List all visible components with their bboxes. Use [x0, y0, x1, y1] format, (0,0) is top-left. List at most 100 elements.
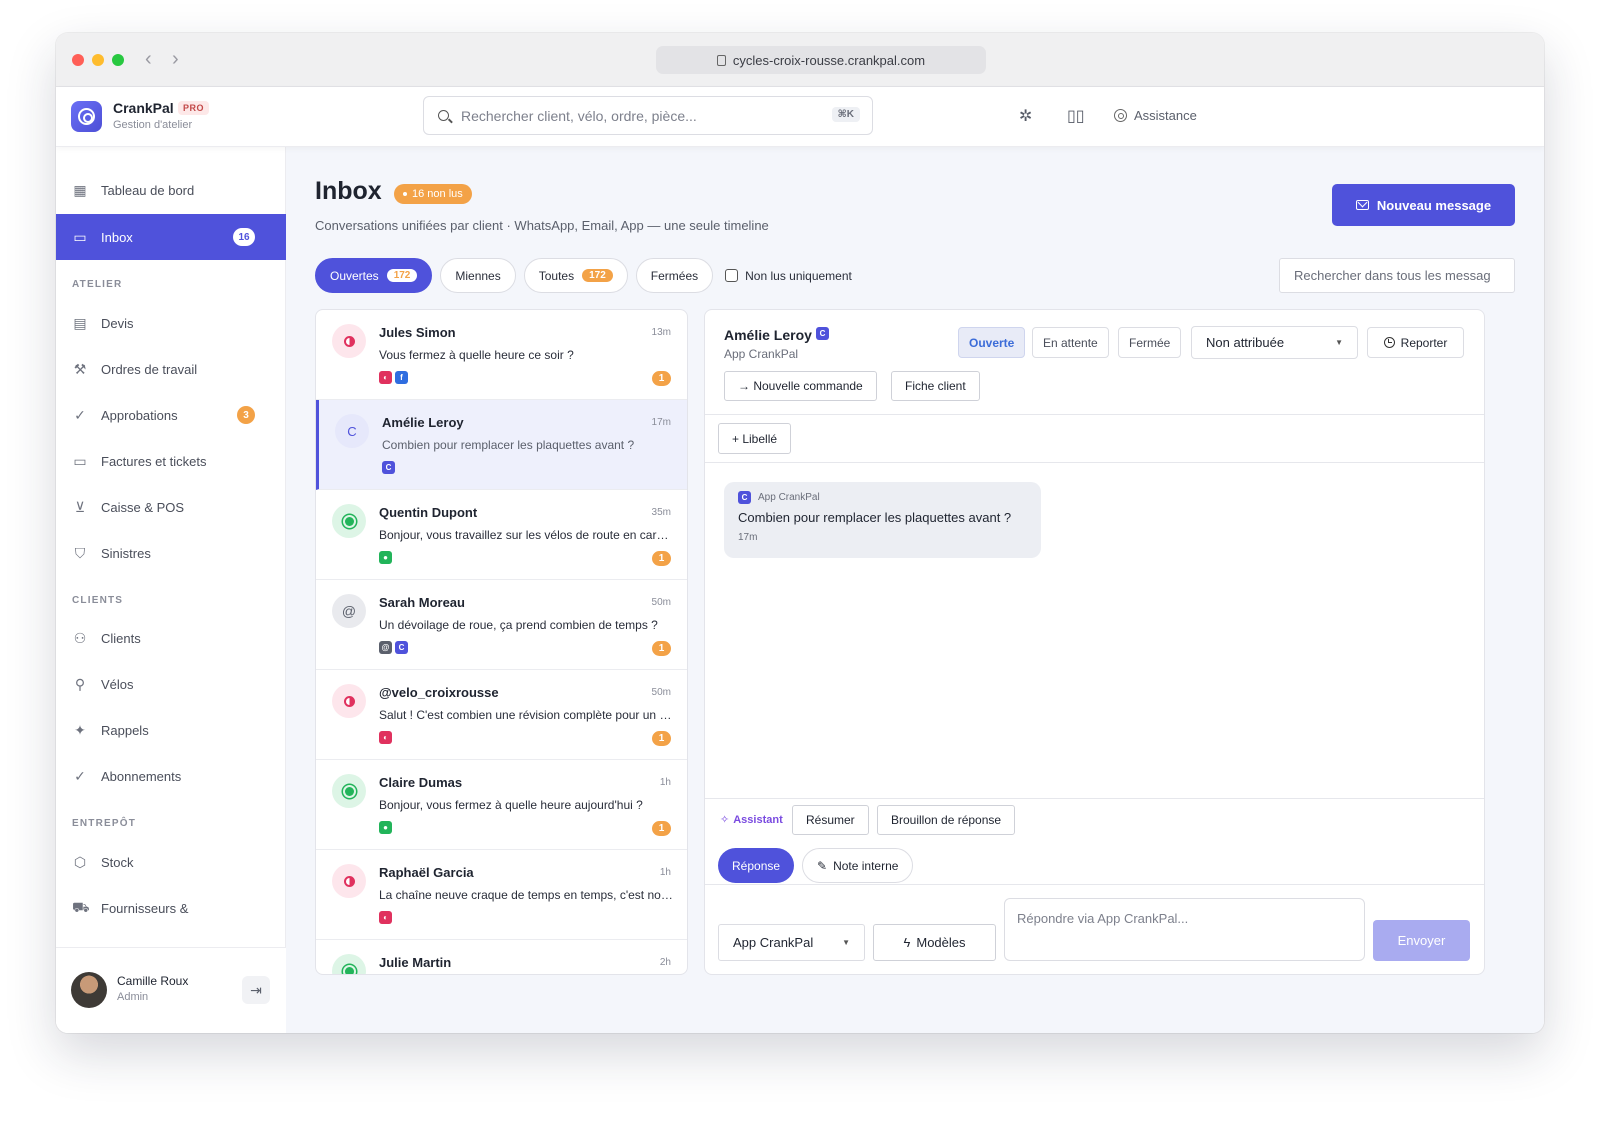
message-search-input[interactable]: [1279, 258, 1515, 293]
filter-tab-label: Miennes: [455, 268, 501, 283]
conversation-item[interactable]: Jules Simon 13m Vous fermez à quelle heu…: [316, 310, 687, 400]
crankpal-logo[interactable]: [71, 101, 102, 132]
new-message-button[interactable]: Nouveau message: [1332, 184, 1515, 226]
url-text: cycles-croix-rousse.crankpal.com: [732, 52, 926, 68]
sidebar-item-invoices[interactable]: ▭ Factures et tickets: [56, 438, 286, 484]
unread-only-checkbox[interactable]: [725, 269, 739, 282]
snooze-button[interactable]: Reporter: [1367, 327, 1464, 358]
conversation-item[interactable]: Julie Martin 2h: [316, 940, 687, 974]
inbox-count-badge: 16: [233, 228, 255, 246]
sidebar-item-work-orders[interactable]: ⚒ Ordres de travail: [56, 346, 286, 392]
status-closed-button[interactable]: Fermée: [1118, 327, 1182, 358]
app-channel-icon: C: [395, 641, 408, 654]
main-content: Inbox 16 non lus Conversations unifiées …: [286, 147, 1544, 1033]
sidebar-item-label: Ordres de travail: [101, 361, 198, 377]
message-bubble: C App CrankPal Combien pour remplacer le…: [724, 482, 1041, 558]
filter-tab-mine[interactable]: Miennes: [440, 258, 516, 293]
status-open-button[interactable]: Ouverte: [958, 327, 1026, 358]
filter-tab-all[interactable]: Toutes 172: [523, 258, 628, 293]
sidebar-item-inbox[interactable]: ▭ Inbox 16: [56, 214, 286, 260]
reply-channel-value: App CrankPal: [733, 935, 814, 950]
send-button[interactable]: Envoyer: [1373, 920, 1470, 961]
user-avatar[interactable]: [71, 972, 107, 1008]
conversation-preview: Combien pour remplacer les plaquettes av…: [382, 438, 635, 452]
conversation-name: Raphaël Garcia: [379, 865, 474, 880]
url-bar[interactable]: cycles-croix-rousse.crankpal.com: [656, 46, 986, 74]
add-label-button[interactable]: + Libellé: [718, 423, 792, 454]
maximize-window-button[interactable]: [112, 54, 124, 66]
reply-textarea[interactable]: [1004, 898, 1365, 961]
users-icon: ⚇: [73, 629, 87, 646]
new-order-button[interactable]: → Nouvelle commande: [724, 371, 877, 401]
sidebar-item-clients[interactable]: ⚇ Clients: [56, 615, 286, 661]
approvals-count-badge: 3: [237, 406, 255, 424]
conversation-name: Julie Martin: [379, 955, 452, 970]
global-search-input[interactable]: [461, 107, 821, 124]
new-message-label: Nouveau message: [1376, 197, 1492, 213]
sidebar-item-reminders[interactable]: ✦ Rappels: [56, 707, 286, 753]
sidebar-item-bikes[interactable]: ⚲ Vélos: [56, 661, 286, 707]
check-circle-icon: ✓: [74, 767, 86, 784]
message-time: 17m: [738, 532, 758, 543]
filter-tab-label: Toutes: [538, 268, 575, 283]
unread-dot-icon: [403, 192, 407, 196]
bug-icon[interactable]: ✲: [1019, 109, 1032, 125]
status-pending-button[interactable]: En attente: [1032, 327, 1109, 358]
divider: [705, 414, 1484, 415]
contact-name: Amélie Leroy: [724, 327, 812, 343]
conversation-time: 13m: [651, 327, 671, 338]
assignee-select[interactable]: Non attribuée ▼: [1191, 326, 1358, 359]
unread-count-badge: 16 non lus: [394, 184, 472, 204]
internal-note-tab[interactable]: ✎ Note interne: [802, 848, 914, 883]
conversation-item[interactable]: @velo_croixrousse 50m Salut ! C'est comb…: [316, 670, 687, 760]
instagram-icon: ◐: [379, 911, 392, 924]
sidebar-item-pos[interactable]: ⊻ Caisse & POS: [56, 484, 286, 530]
assistance-link[interactable]: Assistance: [1114, 108, 1197, 123]
reply-mode-tab[interactable]: Réponse: [718, 848, 795, 883]
app-header: CrankPal PRO Gestion d'atelier ⌘K ✲ ▯▯ A…: [56, 87, 1544, 147]
client-record-button[interactable]: Fiche client: [891, 371, 980, 401]
message-channel: C App CrankPal: [738, 491, 1027, 504]
user-name: Camille Roux: [117, 974, 189, 988]
unread-count: 1: [652, 821, 671, 836]
filter-tab-open[interactable]: Ouvertes 172: [315, 258, 433, 293]
sidebar-item-devis[interactable]: ▤ Devis: [56, 300, 286, 346]
back-arrow-icon[interactable]: ‹: [145, 47, 152, 71]
minimize-window-button[interactable]: [92, 54, 104, 66]
forward-arrow-icon[interactable]: ›: [172, 47, 179, 71]
sidebar-item-stock[interactable]: ⬡ Stock: [56, 839, 286, 885]
reply-channel-select[interactable]: App CrankPal ▼: [718, 924, 865, 961]
sidebar-item-subscriptions[interactable]: ✓ Abonnements: [56, 753, 286, 799]
unread-only-toggle[interactable]: Non lus uniquement: [725, 269, 852, 283]
draft-reply-button[interactable]: Brouillon de réponse: [877, 805, 1016, 835]
divider: [705, 462, 1484, 463]
whatsapp-avatar: [332, 774, 366, 808]
email-icon: @: [379, 641, 392, 654]
filter-tab-count: 172: [386, 269, 418, 282]
snooze-label: Reporter: [1400, 335, 1448, 350]
templates-button[interactable]: ϟ Modèles: [873, 924, 996, 961]
summarize-button[interactable]: Résumer: [792, 805, 869, 835]
unread-count: 1: [652, 731, 671, 746]
app-channel-icon: C: [382, 461, 395, 474]
logout-button[interactable]: ⇥: [242, 976, 270, 1004]
conversation-item[interactable]: Quentin Dupont 35m Bonjour, vous travail…: [316, 490, 687, 580]
conversation-item[interactable]: C Amélie Leroy 17m Combien pour remplace…: [316, 400, 687, 490]
filter-tab-closed[interactable]: Fermées: [635, 258, 714, 293]
conversation-item[interactable]: @ Sarah Moreau 50m Un dévoilage de roue,…: [316, 580, 687, 670]
mail-icon: [1355, 200, 1369, 210]
section-label-warehouse: ENTREPÔT: [72, 818, 137, 829]
book-icon[interactable]: ▯▯: [1067, 109, 1085, 125]
sidebar-item-label: Factures et tickets: [101, 453, 207, 469]
browser-window: ‹ › cycles-croix-rousse.crankpal.com Cra…: [56, 33, 1544, 1033]
sidebar-item-approvals[interactable]: ✓ Approbations 3: [56, 392, 286, 438]
section-label-clients: CLIENTS: [72, 595, 124, 606]
sidebar-item-claims[interactable]: ⛉ Sinistres: [56, 530, 286, 576]
close-window-button[interactable]: [72, 54, 84, 66]
sparkle-icon: ✧: [720, 814, 730, 826]
conversation-item[interactable]: Raphaël Garcia 1h La chaîne neuve craque…: [316, 850, 687, 940]
conversation-preview: Vous fermez à quelle heure ce soir ?: [379, 348, 574, 362]
sidebar-item-dashboard[interactable]: ▦ Tableau de bord: [56, 167, 286, 213]
conversation-item[interactable]: Claire Dumas 1h Bonjour, vous fermez à q…: [316, 760, 687, 850]
sidebar-item-suppliers[interactable]: ⛟ Fournisseurs &: [56, 885, 286, 931]
